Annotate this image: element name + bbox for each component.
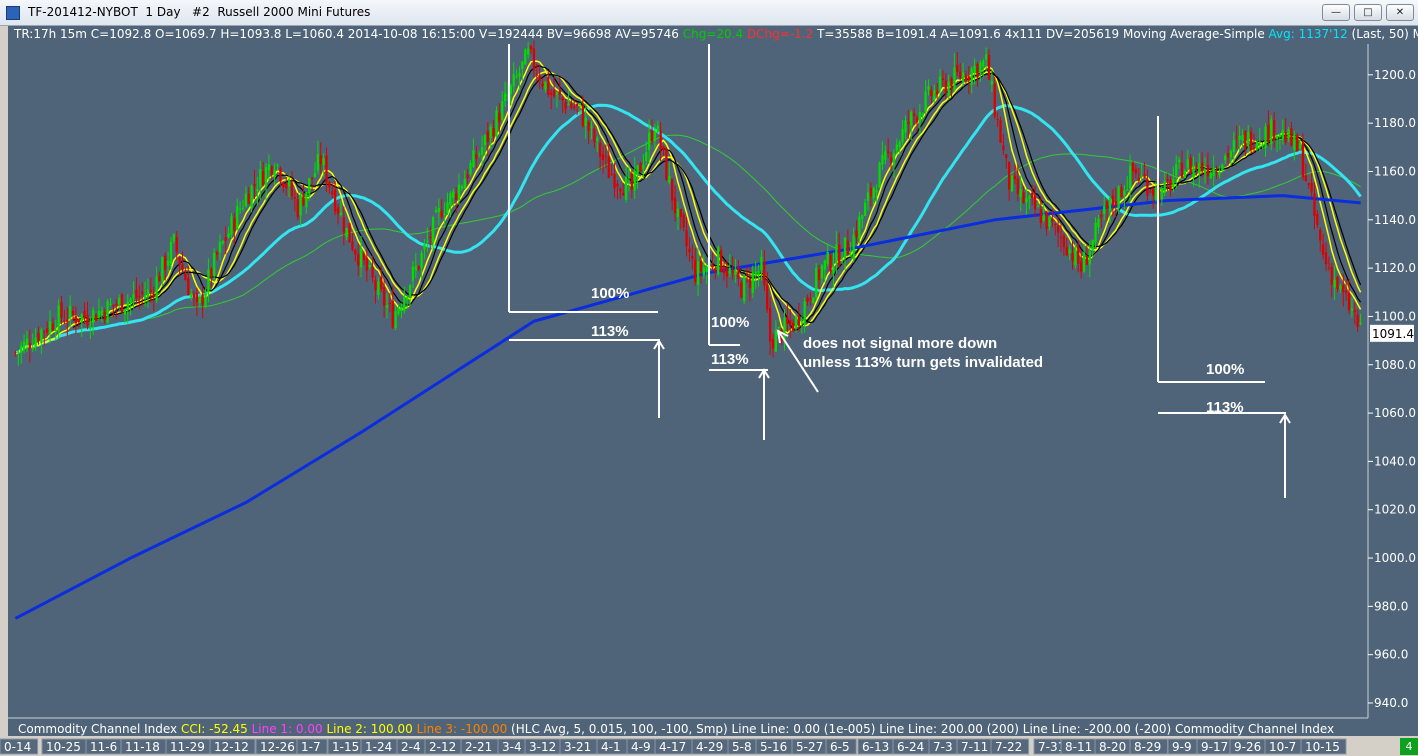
svg-text:12-12: 12-12 [214, 740, 249, 754]
x-tick-label: 1-7 [296, 738, 328, 755]
svg-text:6-24: 6-24 [897, 740, 924, 754]
svg-text:5-8: 5-8 [732, 740, 752, 754]
svg-text:1-7: 1-7 [301, 740, 321, 754]
x-tick-label: 4-9 [626, 738, 658, 755]
svg-text:9-26: 9-26 [1234, 740, 1261, 754]
svg-text:5-27: 5-27 [796, 740, 823, 754]
x-tick-label: 9-17 [1196, 738, 1236, 755]
x-tick-label: 9-26 [1229, 738, 1269, 755]
svg-text:11-18: 11-18 [125, 740, 160, 754]
x-tick-label: 10-15 [1300, 738, 1347, 755]
svg-text:0-14: 0-14 [4, 740, 31, 754]
svg-text:9-9: 9-9 [1172, 740, 1192, 754]
svg-text:12-26: 12-26 [260, 740, 295, 754]
svg-text:3-21: 3-21 [564, 740, 591, 754]
svg-text:9-17: 9-17 [1201, 740, 1228, 754]
x-tick-label: 11-29 [165, 738, 212, 755]
svg-text:2-21: 2-21 [465, 740, 492, 754]
svg-text:10-7: 10-7 [1269, 740, 1296, 754]
x-tick-label: 11-6 [85, 738, 125, 755]
x-tick-label: 1-15 [327, 738, 367, 755]
x-tick-label: 2-12 [424, 738, 464, 755]
x-tick-label: 3-4 [497, 738, 529, 755]
svg-text:6-13: 6-13 [862, 740, 889, 754]
svg-text:8-11: 8-11 [1065, 740, 1092, 754]
x-tick-label: 0-14 [0, 738, 39, 755]
x-tick-label: 12-12 [209, 738, 256, 755]
x-tick-label: 3-21 [559, 738, 599, 755]
x-tick-label: 1-24 [360, 738, 400, 755]
x-tick-label: 10-25 [41, 738, 88, 755]
svg-text:1-24: 1-24 [365, 740, 392, 754]
svg-text:4-29: 4-29 [696, 740, 723, 754]
svg-text:2-4: 2-4 [401, 740, 421, 754]
x-tick-label: 7-3 [928, 738, 960, 755]
svg-text:11-6: 11-6 [90, 740, 117, 754]
x-tick-label: 5-8 [727, 738, 759, 755]
x-tick-label: 4-1 [596, 738, 628, 755]
x-tick-label: 7-22 [990, 738, 1030, 755]
svg-text:5-16: 5-16 [760, 740, 787, 754]
svg-text:8-20: 8-20 [1099, 740, 1126, 754]
x-tick-label: 8-20 [1094, 738, 1134, 755]
x-tick-label: 3-12 [524, 738, 564, 755]
svg-text:7-22: 7-22 [995, 740, 1022, 754]
x-tick-label: 8-11 [1060, 738, 1100, 755]
svg-text:4-9: 4-9 [631, 740, 651, 754]
x-tick-label: 8-29 [1129, 738, 1169, 755]
svg-text:4-1: 4-1 [601, 740, 621, 754]
x-tick-label: 4-17 [654, 738, 694, 755]
x-tick-label: 2-21 [460, 738, 500, 755]
svg-text:7-3: 7-3 [933, 740, 953, 754]
svg-text:4-17: 4-17 [659, 740, 686, 754]
x-tick-label: 9-9 [1167, 738, 1199, 755]
x-tick-label: 6-13 [857, 738, 897, 755]
x-tick-label: 6-24 [892, 738, 932, 755]
corner-badge: 4 [1400, 738, 1418, 755]
x-tick-label: 10-7 [1264, 738, 1304, 755]
x-tick-label: 5-27 [791, 738, 831, 755]
svg-text:11-29: 11-29 [170, 740, 205, 754]
svg-text:6-5: 6-5 [830, 740, 850, 754]
x-tick-label: 7-11 [956, 738, 996, 755]
x-tick-label: 12-26 [255, 738, 302, 755]
svg-text:3-12: 3-12 [529, 740, 556, 754]
x-tick-label: 5-16 [755, 738, 795, 755]
svg-text:7-11: 7-11 [961, 740, 988, 754]
svg-text:1-15: 1-15 [332, 740, 359, 754]
x-tick-label: 6-5 [825, 738, 857, 755]
svg-text:10-25: 10-25 [46, 740, 81, 754]
x-tick-label: 4-29 [691, 738, 731, 755]
svg-text:2-12: 2-12 [429, 740, 456, 754]
svg-text:3-4: 3-4 [502, 740, 522, 754]
date-axis: 0-14 10-25 11-6 11-18 11-29 12-12 12-26 1-7 1-15… [0, 738, 1347, 755]
x-tick-label: 2-4 [396, 738, 428, 755]
svg-text:8-29: 8-29 [1134, 740, 1161, 754]
x-tick-label: 11-18 [120, 738, 167, 755]
svg-text:10-15: 10-15 [1305, 740, 1340, 754]
